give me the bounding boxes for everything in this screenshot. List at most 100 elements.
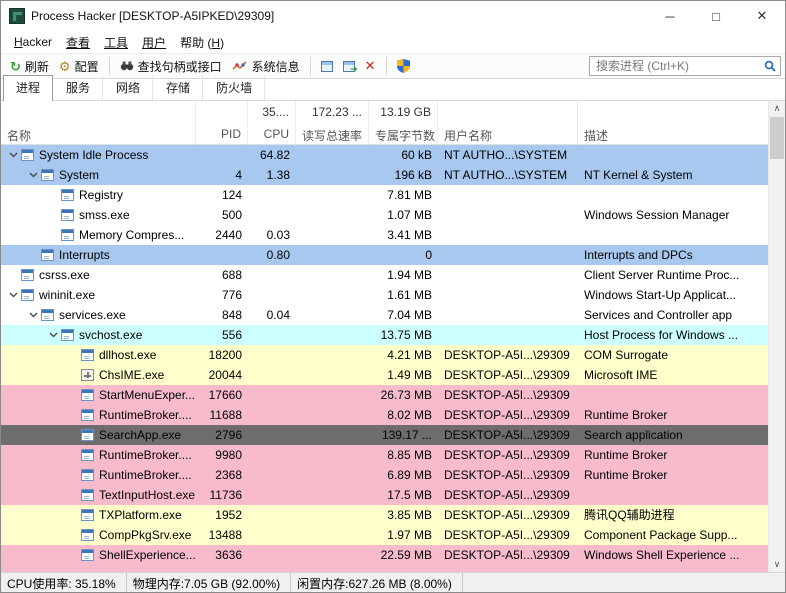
menu-help[interactable]: 帮助 (H) [173, 32, 231, 53]
cpu-cell: 1.38 [266, 168, 290, 182]
tab-services[interactable]: 服务 [53, 75, 104, 100]
column-name[interactable]: 名称 [1, 123, 196, 145]
process-row[interactable]: TXPlatform.exe 1952 3.85 MB DESKTOP-A5I...\… [1, 505, 770, 525]
scroll-down-arrow-icon[interactable]: ∨ [769, 557, 785, 572]
process-window-icon [81, 389, 94, 401]
toolbar-separator [309, 57, 311, 75]
io-rate-cell [296, 425, 369, 445]
process-row[interactable]: ShellExperience... 3636 22.59 MB DESKTOP-A5… [1, 545, 770, 565]
process-row[interactable]: services.exe 848 0.04 7.04 MB Services and C… [1, 305, 770, 325]
expand-chevron-icon[interactable] [25, 172, 41, 178]
process-window-icon [61, 229, 74, 241]
search-input[interactable] [594, 58, 764, 74]
process-row[interactable]: System 4 1.38 196 kB NT AUTHO...\SYSTEM NT Ke… [1, 165, 770, 185]
process-row[interactable]: RuntimeBroker.... 2368 6.89 MB DESKTOP-A5I.… [1, 465, 770, 485]
process-row[interactable]: ChsIME.exe 20044 1.49 MB DESKTOP-A5I...\293… [1, 365, 770, 385]
column-description[interactable]: 描述 [578, 123, 770, 145]
process-name: wininit.exe [39, 288, 96, 302]
name-cell: CompPkgSrv.exe [1, 525, 196, 545]
menu-view[interactable]: 查看 [59, 32, 97, 53]
expand-chevron-icon[interactable] [5, 292, 21, 298]
process-row[interactable]: System Idle Process 64.82 60 kB NT AUTHO...… [1, 145, 770, 165]
process-row[interactable]: CompPkgSrv.exe 13488 1.97 MB DESKTOP-A5I...… [1, 525, 770, 545]
description-cell [578, 225, 770, 245]
expand-chevron-icon[interactable] [45, 332, 61, 338]
cpu-cell [248, 565, 296, 572]
close-button[interactable]: ✕ [739, 1, 785, 31]
terminate-button[interactable]: ✕ [360, 56, 381, 76]
process-row[interactable]: Interrupts 0.80 0 Interrupts and DPCs [1, 245, 770, 265]
user-name-cell: DESKTOP-A5I...\29309 [444, 368, 570, 382]
name-cell: dllhost.exe [1, 345, 196, 365]
expand-chevron-icon[interactable] [5, 152, 21, 158]
process-row[interactable]: svchost.exe 556 13.75 MB Host Process for W… [1, 325, 770, 345]
process-name: System Idle Process [39, 148, 149, 162]
process-row[interactable] [1, 565, 770, 572]
process-row[interactable]: Registry 124 7.81 MB [1, 185, 770, 205]
process-window-icon [41, 249, 54, 261]
io-rate-cell [296, 325, 369, 345]
column-io-rate[interactable]: 读写总速率 [296, 123, 369, 145]
column-pid[interactable]: PID [196, 123, 248, 145]
private-bytes-cell: 26.73 MB [380, 388, 432, 402]
menu-tools[interactable]: 工具 [97, 32, 135, 53]
process-row[interactable]: RuntimeBroker.... 9980 8.85 MB DESKTOP-A5I.… [1, 445, 770, 465]
scroll-up-arrow-icon[interactable]: ∧ [769, 101, 785, 116]
open-window-button[interactable] [338, 59, 360, 75]
process-name: Interrupts [59, 248, 110, 262]
process-name: svchost.exe [79, 328, 143, 342]
tab-disk[interactable]: 存储 [153, 75, 204, 100]
pid-cell: 4 [235, 168, 242, 182]
refresh-button[interactable]: ↻ 刷新 [5, 56, 54, 77]
find-handles-button[interactable]: 查找句柄或接口 [115, 56, 227, 77]
process-row[interactable]: csrss.exe 688 1.94 MB Client Server Runtime… [1, 265, 770, 285]
pid-cell: 848 [221, 308, 242, 322]
process-rows: System Idle Process 64.82 60 kB NT AUTHO...… [1, 145, 770, 572]
process-window-icon [41, 169, 54, 181]
process-row[interactable]: Memory Compres... 2440 0.03 3.41 MB [1, 225, 770, 245]
red-x-icon: ✕ [364, 58, 376, 73]
tab-processes[interactable]: 进程 [3, 75, 54, 101]
process-window-icon [81, 429, 94, 441]
maximize-button[interactable]: □ [693, 1, 739, 31]
options-button[interactable]: ⚙ 配置 [54, 56, 104, 77]
process-row[interactable]: SearchApp.exe 2796 139.17 ... DESKTOP-A5I..… [1, 425, 770, 445]
name-cell: TextInputHost.exe [1, 485, 196, 505]
process-name: Memory Compres... [79, 228, 185, 242]
expand-chevron-icon[interactable] [25, 312, 41, 318]
pid-cell: 13488 [208, 528, 242, 542]
process-row[interactable]: dllhost.exe 18200 4.21 MB DESKTOP-A5I...\29… [1, 345, 770, 365]
desc-total [578, 101, 770, 123]
scrollbar-thumb[interactable] [770, 117, 784, 159]
user-name-cell [438, 205, 578, 225]
tab-firewall[interactable]: 防火墙 [203, 75, 266, 100]
io-rate-cell [296, 345, 369, 365]
pid-cell [196, 565, 248, 572]
system-info-button[interactable]: 系统信息 [227, 56, 305, 77]
process-row[interactable]: RuntimeBroker.... 11688 8.02 MB DESKTOP-A5I… [1, 405, 770, 425]
tab-network[interactable]: 网络 [103, 75, 154, 100]
process-row[interactable]: TextInputHost.exe 11736 17.5 MB DESKTOP-A5I… [1, 485, 770, 505]
menu-users[interactable]: 用户 [135, 32, 173, 53]
name-cell: services.exe [1, 305, 196, 325]
column-cpu[interactable]: CPU [248, 123, 296, 145]
name-cell: RuntimeBroker.... [1, 445, 196, 465]
process-row[interactable]: StartMenuExper... 17660 26.73 MB DESKTOP-A5… [1, 385, 770, 405]
user-name-cell [438, 285, 578, 305]
column-user-name[interactable]: 用户名称 [438, 123, 578, 145]
pid-cell: 20044 [208, 368, 242, 382]
search-icon[interactable] [764, 60, 776, 72]
vertical-scrollbar[interactable]: ∧ ∨ [768, 101, 785, 572]
cpu-cell [248, 265, 296, 285]
minimize-button[interactable]: ─ [647, 1, 693, 31]
process-window-icon [21, 149, 34, 161]
menu-hacker[interactable]: Hacker [7, 33, 59, 51]
process-row[interactable]: smss.exe 500 1.07 MB Windows Session Manage… [1, 205, 770, 225]
column-private-bytes[interactable]: 专属字节数 [369, 123, 438, 145]
cpu-cell [248, 405, 296, 425]
pid-cell: 688 [221, 268, 242, 282]
window-title: Process Hacker [DESKTOP-A5IPKED\29309] [31, 9, 275, 23]
process-row[interactable]: wininit.exe 776 1.61 MB Windows Start-Up Ap… [1, 285, 770, 305]
always-on-top-button[interactable] [316, 59, 338, 74]
show-details-for-all-processes-button[interactable] [392, 57, 415, 75]
